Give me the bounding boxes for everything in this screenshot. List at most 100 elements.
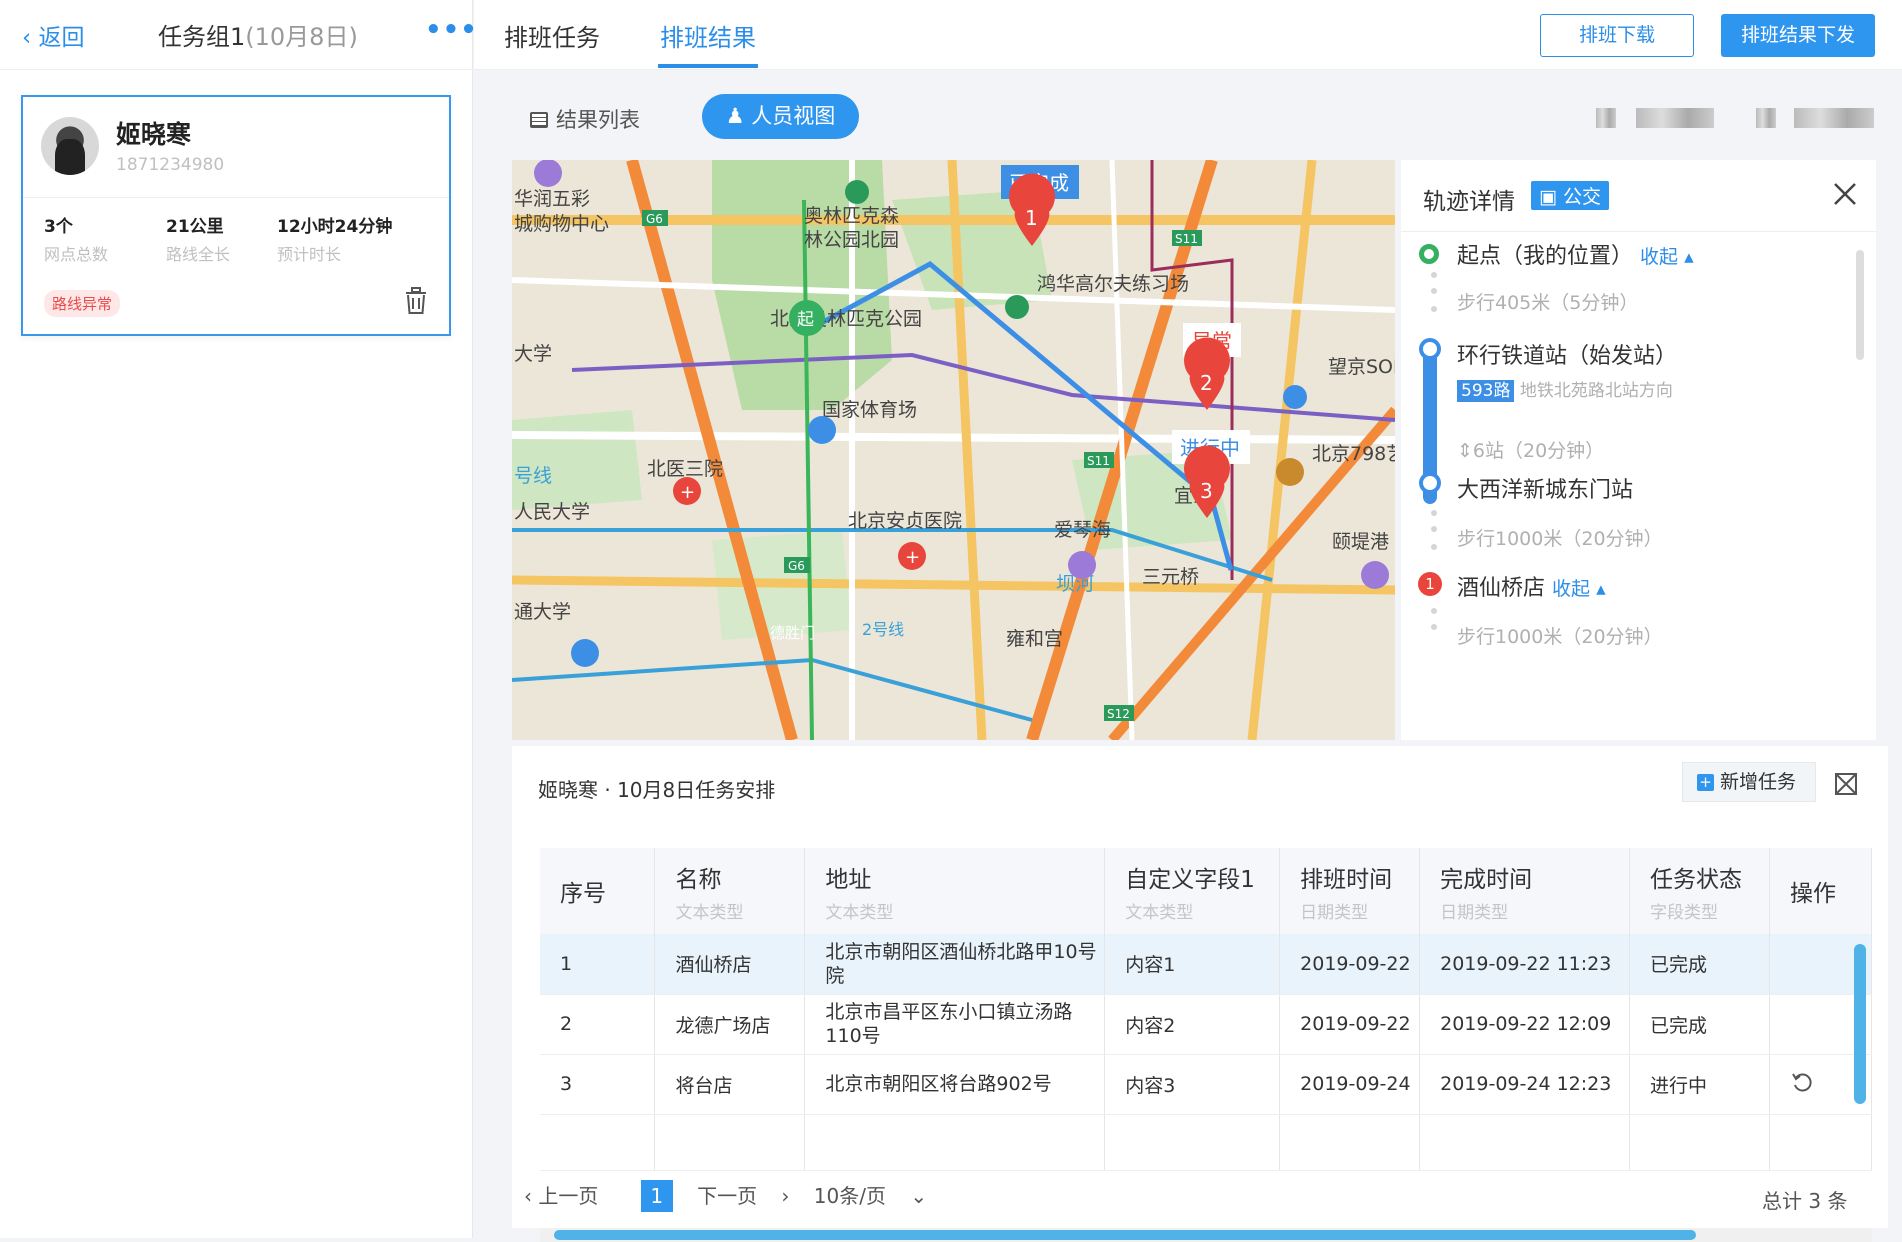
collapse-link[interactable]: 收起 (1640, 246, 1678, 268)
map-label: 号线 (514, 465, 552, 487)
prev-page-button[interactable]: ‹ 上一页 (524, 1184, 616, 1208)
col-header[interactable]: 序号 (540, 848, 656, 934)
path-dot (1431, 306, 1437, 312)
left-header: ‹ 返回 任务组1(10月8日) ••• (0, 0, 477, 70)
start-point-icon (1419, 244, 1439, 264)
shopping-icon (1068, 551, 1096, 579)
undo-icon[interactable] (1790, 1070, 1814, 1094)
col-header[interactable]: 排班时间 日期类型 (1279, 848, 1421, 934)
person-icon: ♟ (725, 104, 745, 128)
route-map[interactable]: G6 S11 S11 G6 S12 华润五彩 城购物中心 奥林匹克森 林公园北园… (512, 160, 1395, 740)
fullscreen-icon[interactable] (1834, 772, 1858, 796)
person-phone: 1871234980 (116, 155, 225, 175)
person-view-label: 人员视图 (751, 104, 836, 128)
map-label: 德胜门 (770, 624, 815, 642)
chevron-left-icon: ‹ (22, 25, 32, 51)
stat-value-count: 3个 (44, 217, 73, 237)
trash-icon[interactable] (403, 287, 429, 315)
caret-up-icon[interactable]: ▴ (1590, 578, 1606, 600)
path-dot (1431, 624, 1437, 630)
add-task-button[interactable]: + 新增任务 (1682, 762, 1816, 802)
path-dot (1431, 544, 1437, 550)
col-header[interactable]: 完成时间 日期类型 (1419, 848, 1631, 934)
map-label: 奥林匹克森 (804, 205, 899, 227)
svg-text:+: + (680, 482, 695, 503)
map-label: 鸿华高尔夫练习场 (1037, 273, 1189, 295)
svg-text:S12: S12 (1107, 707, 1130, 721)
col-header[interactable]: 名称 文本类型 (654, 848, 806, 934)
pagination: ‹ 上一页 1 下一页 › 10条/页 ⌄ (524, 1180, 963, 1212)
map-canvas: G6 S11 S11 G6 S12 华润五彩 城购物中心 奥林匹克森 林公园北园… (512, 160, 1395, 740)
table-row[interactable]: 3 将台店 北京市朝阳区将台路902号 内容3 2019-09-24 2019-… (540, 1054, 1873, 1115)
svg-text:S11: S11 (1175, 232, 1198, 246)
track-scrollbar[interactable] (1856, 250, 1864, 360)
svg-text:1: 1 (1025, 206, 1038, 230)
download-button[interactable]: 排班下载 (1540, 14, 1694, 57)
track-step-start: 起点（我的位置） 收起 ▴ (1457, 238, 1694, 270)
col-header[interactable]: 地址 文本类型 (804, 848, 1106, 934)
result-list-toggle[interactable]: 结果列表 (530, 104, 640, 134)
bus-line-number: 593路 (1457, 380, 1515, 402)
map-label: 雍和宫 (1006, 628, 1063, 650)
group-name: 任务组1 (158, 23, 246, 51)
blurred-control[interactable] (1636, 108, 1714, 128)
tab-schedule-task[interactable]: 排班任务 (504, 18, 600, 53)
next-page-button[interactable]: 下一页 › (697, 1184, 789, 1208)
back-button[interactable]: ‹ 返回 (22, 18, 85, 52)
list-icon (530, 112, 548, 128)
horizontal-scrollbar[interactable] (554, 1230, 1696, 1240)
park-area (512, 410, 642, 510)
track-step-text: 起点（我的位置） (1457, 244, 1634, 269)
col-header[interactable]: 自定义字段1 文本类型 (1104, 848, 1281, 934)
table-row[interactable]: 1 酒仙桥店 北京市朝阳区酒仙桥北路甲10号院 内容1 2019-09-22 2… (540, 934, 1873, 995)
landmark-icon (1276, 458, 1304, 486)
top-bar: 排班任务 排班结果 排班下载 排班结果下发 (474, 0, 1902, 70)
avatar (41, 117, 99, 175)
page-size-select[interactable]: 10条/页 ⌄ (814, 1184, 945, 1208)
send-result-button[interactable]: 排班结果下发 (1721, 14, 1875, 57)
person-view-toggle[interactable]: ♟ 人员视图 (702, 94, 859, 139)
col-header[interactable]: 任务状态 字段类型 (1629, 848, 1770, 934)
collapse-link[interactable]: 收起 (1552, 578, 1590, 600)
blurred-control[interactable] (1756, 108, 1776, 128)
close-icon[interactable] (1831, 180, 1859, 208)
building-icon (1283, 385, 1307, 409)
shopping-icon (1361, 561, 1389, 589)
caret-up-icon[interactable]: ▴ (1678, 246, 1694, 268)
transport-mode-label: 公交 (1563, 186, 1602, 208)
svg-text:G6: G6 (646, 212, 663, 226)
tab-schedule-result[interactable]: 排班结果 (660, 18, 756, 53)
person-card[interactable]: 姬晓寒 1871234980 3个 网点总数 21公里 路线全长 12小时24分… (21, 95, 451, 336)
table-row[interactable]: 2 龙德广场店 北京市昌平区东小口镇立汤路110号 内容2 2019-09-22… (540, 994, 1873, 1055)
divider (23, 197, 449, 198)
map-label: 望京SOHO (1328, 356, 1395, 378)
map-label: 通大学 (514, 601, 571, 623)
main-content: 结果列表 ♟ 人员视图 G6 S11 S11 G6 S12 华润五彩 城购物中心… (494, 84, 1890, 1242)
path-dot (1431, 272, 1437, 278)
stat-value-duration: 12小时24分钟 (277, 217, 393, 237)
vertical-scrollbar[interactable] (1854, 944, 1866, 1104)
stat-label-duration: 预计时长 (277, 245, 342, 264)
expand-icon[interactable]: ⇕ (1457, 440, 1473, 462)
page-number[interactable]: 1 (640, 1180, 673, 1212)
blurred-control[interactable] (1794, 108, 1874, 128)
map-label: 国家体育场 (822, 399, 917, 421)
station-icon (1419, 472, 1441, 494)
total-count: 总计 3 条 (1762, 1189, 1848, 1213)
track-station-start: 环行铁道站（始发站） (1457, 344, 1678, 369)
map-label: 大学 (514, 343, 552, 365)
back-label: 返回 (38, 25, 85, 51)
track-station-end: 大西洋新城东门站 (1457, 478, 1634, 503)
col-header: 操作 (1769, 848, 1873, 934)
more-icon[interactable]: ••• (425, 15, 478, 45)
map-label: 三元桥 (1142, 566, 1199, 588)
track-walk: 步行1000米（20分钟） (1457, 626, 1663, 648)
map-label: 华润五彩 (514, 188, 590, 210)
blurred-control[interactable] (1596, 108, 1616, 128)
map-label: 爱琴海 (1054, 519, 1111, 541)
track-detail-panel: 轨迹详情 ▣ 公交 起点（我的位置） 收起 ▴ 步行405米（5分钟） 环行铁道… (1401, 160, 1876, 740)
track-stops[interactable]: ⇕6站（20分钟） (1457, 436, 1604, 463)
track-header: 轨迹详情 ▣ 公交 (1401, 160, 1876, 232)
stat-label-distance: 路线全长 (166, 245, 231, 264)
bus-icon: ▣ (1539, 186, 1557, 208)
